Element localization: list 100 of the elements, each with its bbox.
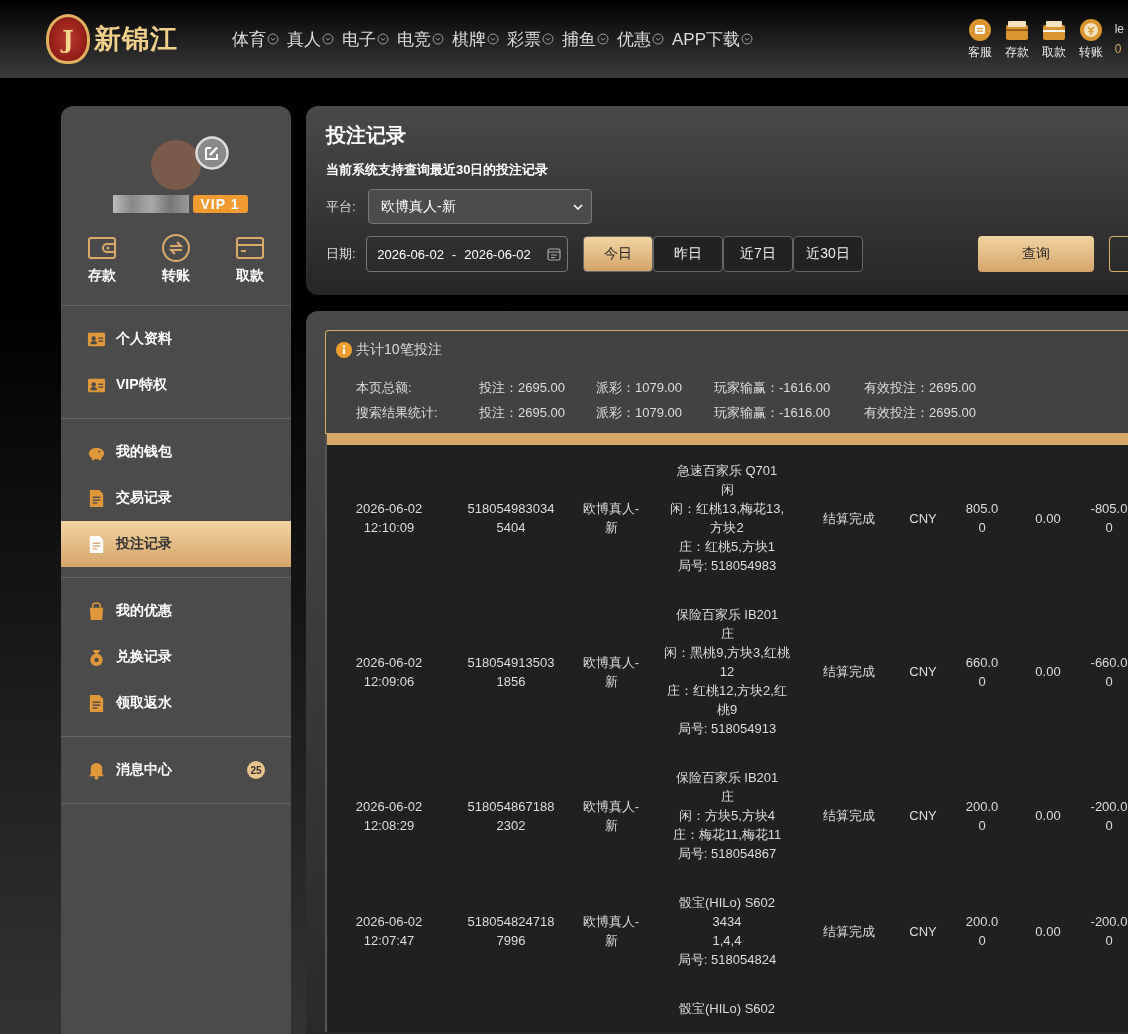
nav-menu-item[interactable]: APP下载 [672,27,754,51]
date-range-tab[interactable]: 昨日 [652,236,723,272]
logo-emblem[interactable]: J [46,14,90,64]
platform-select[interactable]: 欧博真人-新 [368,189,592,224]
table-cell-text: 急速百家乐 Q701 闲 闲：红桃13,梅花13,方块2 庄：红桃5,方块1 局号: 518054983 [668,462,786,575]
table-cell-text: 5180548247187996 [466,913,556,950]
header-action[interactable]: 客服 [962,17,997,61]
summary-value: 派彩：1079.00 [596,378,683,397]
header-action[interactable]: 转账 [1073,17,1108,61]
sidebar-menu-item[interactable]: 领取返水 [61,680,291,726]
nav-menu-item[interactable]: 捕鱼 [562,27,609,51]
avatar-circle [151,140,201,190]
nav-menu-item[interactable]: 优惠 [617,27,664,51]
notice-text: 当前系统支持查询最近30日的投注记录 [326,161,550,179]
sidebar-menu-item[interactable]: 兑换记录 [61,634,291,680]
chat-icon [967,17,992,42]
quick-action[interactable]: 转账 [161,233,191,285]
table-cell-text: 保险百家乐 IB201 庄 闲：方块5,方块4 庄：梅花11,梅花11 局号: 518054867 [671,769,783,863]
table-cell-text: 骰宝(HILo) S602 3434 1,4,4 局号: 518054824 [676,894,778,969]
calendar-icon [546,247,561,261]
summary-value: 派彩：1079.00 [596,403,683,422]
money-bag-icon [87,647,106,667]
table-cell-text: -200.00 [1089,797,1128,835]
sidebar-menu-item[interactable]: VIP特权 [61,362,291,408]
username-text: le [1114,22,1124,36]
table-cell-text: 0.00 [1035,509,1061,528]
bell-icon [87,760,106,780]
logo-text[interactable]: 新锦江 [94,21,178,57]
balance-text: 0 [1114,42,1123,56]
summary-value: 有效投注：2695.00 [864,403,976,422]
dropdown-icon [542,33,554,45]
table-cell-text: CNY [909,509,937,528]
table-cell-text: 结算完成 [823,509,875,528]
table-cell-text: 5180548671882302 [466,797,556,835]
dropdown-icon [377,33,389,45]
table-cell-text: CNY [909,922,937,941]
table-cell-text: 2026-06-02 12:09:06 [354,653,424,691]
date-range-tab[interactable]: 近30日 [792,236,863,272]
quick-action[interactable]: 取款 [235,233,265,285]
dropdown-icon [652,33,664,45]
table-cell-text: 欧博真人-新 [581,797,641,835]
sidebar-menu-item[interactable]: 投注记录 [61,521,291,567]
table-cell-text: 欧博真人-新 [581,653,641,691]
table-cell-text: 0.00 [1035,922,1061,941]
nav-menu-item[interactable]: 棋牌 [452,27,499,51]
sidebar-menu-item[interactable]: 我的钱包 [61,429,291,475]
document-icon [87,488,106,508]
table-cell-text: 0.00 [1035,807,1061,825]
table-cell-text: 2026-06-02 12:08:29 [354,797,424,835]
dropdown-icon [741,33,754,45]
dropdown-icon [267,33,279,45]
table-cell-text: CNY [909,663,937,681]
count-badge: 25 [247,761,265,779]
summary-label: 搜索结果统计: [356,403,439,422]
summary-value: 投注：2695.00 [479,403,566,422]
platform-label: 平台: [326,197,357,216]
table-cell-text: 5180549135031856 [466,653,556,691]
partial-button[interactable] [1108,236,1128,272]
date-range-tab[interactable]: 近7日 [722,236,793,272]
vip-badge: VIP 1 [192,195,248,213]
table-cell-text: -200.00 [1089,913,1128,950]
date-range-tab[interactable]: 今日 [582,236,653,272]
table-cell-text: 结算完成 [823,663,875,681]
quick-action[interactable]: 存款 [87,233,117,285]
sidebar-menu-item[interactable]: 个人资料 [61,316,291,362]
table-cell-text: CNY [909,807,937,825]
transfer-icon [161,233,191,263]
sidebar-menu-item[interactable]: 消息中心 25 [61,747,291,793]
summary-value: 玩家输赢：-1616.00 [714,378,832,397]
summary-value: 有效投注：2695.00 [864,378,976,397]
header-action[interactable]: 取款 [1036,17,1071,61]
document-icon [87,534,106,554]
table-cell-text: 结算完成 [823,922,875,941]
summary-value: 玩家输赢：-1616.00 [714,403,832,422]
dropdown-icon [487,33,499,45]
table-cell-text: 805.00 [964,500,1000,537]
table-cell-text: 骰宝(HILo) S602 [677,1000,777,1018]
nav-menu-item[interactable]: 真人 [287,27,334,51]
dropdown-icon [597,33,609,45]
table-cell-text: -805.00 [1089,500,1128,537]
nav-menu-item[interactable]: 电子 [342,27,389,51]
summary-label: 本页总额: [356,378,413,397]
dropdown-icon [322,33,334,45]
table-cell-text: 保险百家乐 IB201 庄 闲：黑桃9,方块3,红桃12 庄：红桃12,方块2,红桃9 局号: 518054913 [664,606,790,738]
date-label: 日期: [326,245,357,263]
sidebar-menu-item[interactable]: 我的优惠 [61,588,291,634]
nav-menu-item[interactable]: 彩票 [507,27,554,51]
date-range-field[interactable]: 2026-06-02 - 2026-06-02 [366,236,568,272]
table-cell-text: 200.00 [964,797,1000,835]
total-count-text: 共计10笔投注 [356,341,442,359]
nav-menu-item[interactable]: 体育 [232,27,279,51]
table-cell-text: 660.00 [964,653,1000,691]
dropdown-icon [432,33,444,45]
edit-icon[interactable] [195,136,229,170]
header-action[interactable]: 存款 [999,17,1034,61]
caret-icon [573,203,583,210]
search-button[interactable]: 查询 [977,236,1094,272]
nav-menu-item[interactable]: 电竞 [397,27,444,51]
summary-value: 投注：2695.00 [479,378,566,397]
sidebar-menu-item[interactable]: 交易记录 [61,475,291,521]
